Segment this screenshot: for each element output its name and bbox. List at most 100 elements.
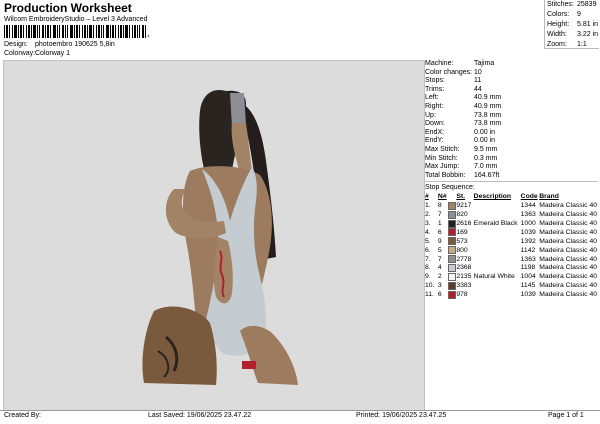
- software-name: Wilcom EmbroideryStudio – Level 3 Advanc…: [4, 16, 148, 23]
- thread-code: 1004: [520, 273, 536, 281]
- table-row: 10. 3 3383 1145 Madeira Classic 40: [425, 281, 597, 290]
- stitch-count: 2778: [456, 255, 472, 263]
- col-header-swatch: [448, 192, 457, 201]
- page-number: Page 1 of 1: [548, 412, 584, 419]
- info-value: 7.0 mm: [474, 163, 498, 171]
- color-swatch-box: [447, 255, 456, 264]
- printed-date: Printed: 19/06/2025 23.47.25: [356, 412, 447, 419]
- barcode-suffix: ,: [147, 28, 150, 38]
- thread-code: 1363: [520, 255, 536, 263]
- colorway-value: Colorway 1: [35, 50, 71, 57]
- colorway-info: Colorway: Colorway 1: [4, 50, 70, 57]
- thread-description: [474, 237, 521, 246]
- thread-description: [474, 281, 521, 290]
- info-value: 9.5 mm: [474, 145, 498, 153]
- table-row: 8. 4 2368 1198 Madeira Classic 40: [425, 263, 597, 273]
- needle-number: 8: [437, 202, 442, 210]
- thread-code: 1344: [520, 202, 536, 210]
- stitch-count: 573: [456, 237, 468, 245]
- info-value: 0.00 in: [474, 128, 496, 136]
- color-swatch: [447, 290, 457, 299]
- col-header-needle: N#: [437, 193, 447, 201]
- info-row-endy: EndY: 0.00 in: [425, 137, 598, 146]
- stat-label: Zoom:: [547, 41, 567, 48]
- thread-brand: Madeira Classic 40: [539, 273, 597, 281]
- table-row: 1. 8 9217 1344 Madeira Classic 40: [425, 201, 597, 210]
- col-header-description: Description: [473, 193, 512, 201]
- thread-code: 1142: [520, 246, 536, 254]
- info-row-max-jump: Max Jump: 7.0 mm: [425, 163, 598, 172]
- stat-value: 3.22 in: [577, 31, 599, 38]
- color-swatch-box: [447, 246, 456, 255]
- info-label: Trims:: [425, 85, 445, 93]
- needle-number: 3: [437, 282, 442, 290]
- info-label: EndX:: [425, 128, 445, 136]
- table-row: 11. 6 978 1039 Madeira Classic 40: [425, 290, 597, 299]
- info-value: 73.8 mm: [474, 120, 502, 128]
- table-row: 3. 1 2616 Emerald Black 1000 Madeira Classic …: [425, 219, 597, 228]
- stitch-count: 2368: [456, 264, 472, 272]
- color-swatch: [447, 272, 457, 281]
- stat-zoom: Zoom: 1:1: [545, 40, 599, 50]
- needle-number: 4: [437, 264, 442, 272]
- thread-code: 1000: [520, 220, 536, 228]
- col-header-stitches: St.: [456, 193, 466, 201]
- color-swatch-box: [447, 228, 456, 237]
- stat-label: Height:: [547, 21, 570, 28]
- stitch-count: 2616: [456, 220, 472, 228]
- color-swatch: [447, 263, 457, 273]
- design-value: photoembro 190625 5,8in: [35, 41, 115, 48]
- col-header-brand: Brand: [539, 193, 559, 201]
- color-swatch-box: [447, 210, 456, 219]
- thread-brand: Madeira Classic 40: [539, 282, 597, 290]
- thread-description: [474, 290, 521, 299]
- stat-height: Height: 5.81 in: [545, 20, 599, 30]
- needle-number: 6: [437, 291, 442, 299]
- thread-brand: Madeira Classic 40: [539, 291, 597, 299]
- color-swatch: [447, 246, 457, 255]
- info-row-color-changes: Color changes: 10: [425, 69, 598, 78]
- info-row-down: Down: 73.8 mm: [425, 120, 598, 129]
- needle-number: 9: [437, 237, 442, 245]
- color-swatch-box: [447, 219, 456, 228]
- design-label: Design:: [4, 41, 28, 48]
- row-index: 2.: [425, 211, 431, 219]
- info-value: 0.00 in: [474, 137, 496, 145]
- info-label: Stops:: [425, 77, 445, 85]
- color-swatch: [447, 219, 457, 228]
- last-saved: Last Saved: 19/06/2025 23.47.22: [148, 412, 252, 419]
- table-row: 7. 7 2778 1363 Madeira Classic 40: [425, 255, 597, 264]
- color-swatch-box: [447, 272, 456, 281]
- row-index: 10.: [425, 282, 435, 290]
- info-value: 0.3 mm: [474, 154, 498, 162]
- stitch-count: 820: [456, 211, 468, 219]
- design-info: Design: photoembro 190625 5,8in: [4, 41, 115, 48]
- info-row-total-bobbin: Total Bobbin: 164.67ft: [425, 172, 598, 181]
- stats-box: Stitches: 25839 Colors: 9 Height: 5.81 in W…: [544, 0, 599, 49]
- thread-brand: Madeira Classic 40: [539, 211, 597, 219]
- info-label: Max Jump:: [425, 163, 460, 171]
- info-value: Tajima: [474, 60, 495, 67]
- thread-code: 1039: [520, 228, 536, 236]
- table-row: 4. 6 169 1039 Madeira Classic 40: [425, 228, 597, 237]
- needle-number: 7: [437, 211, 442, 219]
- stat-value: 1:1: [577, 41, 587, 48]
- info-row-trims: Trims: 44: [425, 86, 598, 95]
- color-swatch: [447, 201, 457, 210]
- info-label: Total Bobbin:: [425, 171, 466, 179]
- row-index: 9.: [425, 273, 431, 281]
- thread-brand: Madeira Classic 40: [539, 202, 597, 210]
- row-index: 5.: [425, 237, 431, 245]
- design-barcode: [4, 25, 146, 38]
- thread-brand: Madeira Classic 40: [539, 228, 597, 236]
- row-index: 7.: [425, 255, 431, 263]
- needle-number: 5: [437, 246, 442, 254]
- info-row-endx: EndX: 0.00 in: [425, 129, 598, 138]
- stitch-count: 9217: [456, 202, 472, 210]
- thread-description: [474, 228, 521, 237]
- color-swatch: [447, 281, 457, 290]
- info-row-min-stitch: Min Stitch: 0.3 mm: [425, 155, 598, 164]
- table-row: 5. 9 573 1392 Madeira Classic 40: [425, 237, 597, 246]
- thread-code: 1039: [520, 291, 536, 299]
- table-row: 6. 5 800 1142 Madeira Classic 40: [425, 246, 597, 255]
